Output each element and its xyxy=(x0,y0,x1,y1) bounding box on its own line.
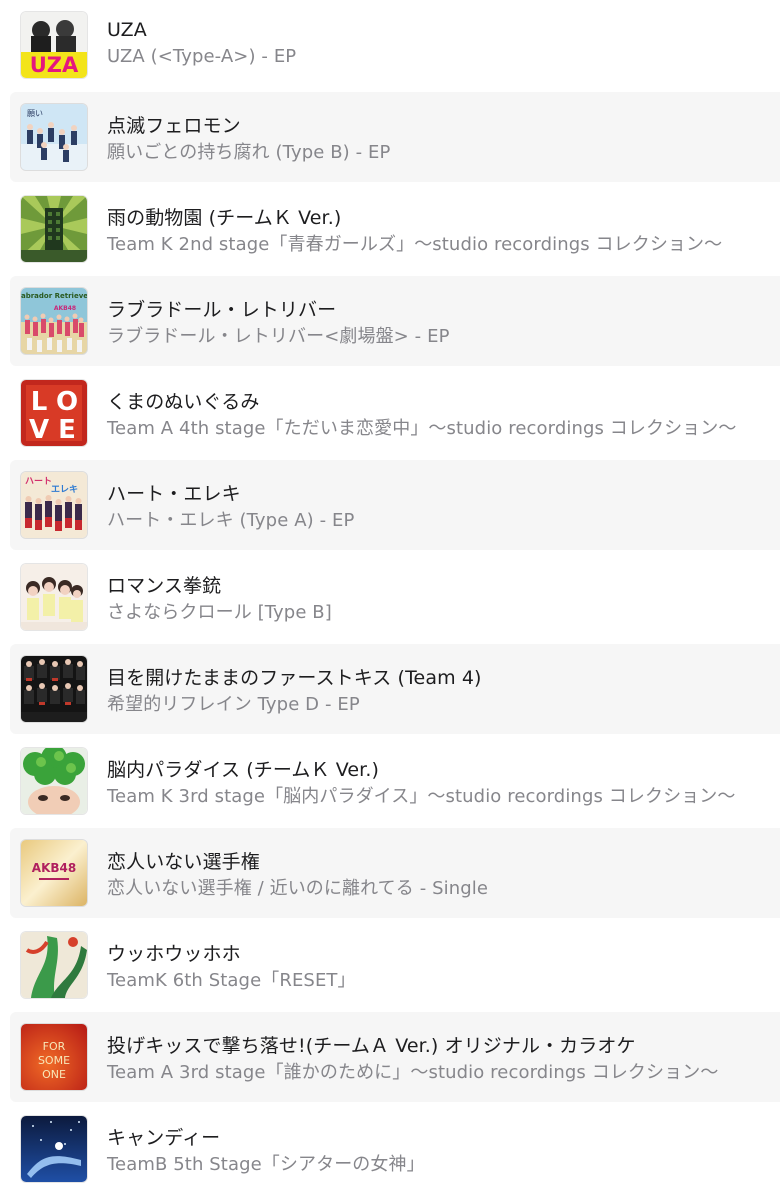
svg-text:O: O xyxy=(56,387,78,417)
svg-text:SOME: SOME xyxy=(38,1054,70,1067)
song-row[interactable]: 雨の動物園 (チームＫ Ver.) Team K 2nd stage「青春ガール… xyxy=(10,184,780,274)
uza-logo-text: UZA xyxy=(30,53,79,77)
svg-text:ハート: ハート xyxy=(25,476,52,487)
album-name: Team K 2nd stage「青春ガールズ」〜studio recordin… xyxy=(107,234,723,255)
song-title: ウッホウッホホ xyxy=(107,943,241,965)
album-name: TeamK 6th Stage「RESET」 xyxy=(107,970,356,991)
song-title: くまのぬいぐるみ xyxy=(107,391,260,413)
album-name: ラブラドール・レトリバー<劇場盤> - EP xyxy=(107,326,450,347)
team-k-2nd-stage-cover-art xyxy=(21,196,87,262)
labrador-retriever-cover-art: Labrador Retriever AKB48 xyxy=(21,288,87,354)
song-title: UZA xyxy=(107,19,147,41)
album-name: TeamB 5th Stage「シアターの女神」 xyxy=(107,1154,425,1175)
kibouteki-refrain-cover-art xyxy=(21,656,87,722)
song-title: 雨の動物園 (チームＫ Ver.) xyxy=(107,207,342,229)
album-name: Team A 4th stage「ただいま恋愛中」〜studio recordi… xyxy=(107,418,737,439)
svg-text:V: V xyxy=(29,415,49,445)
song-row[interactable]: FOR SOME ONE 投げキッスで撃ち落せ!(チームＡ Ver.) オリジナ… xyxy=(10,1012,780,1102)
svg-text:L: L xyxy=(31,387,48,417)
album-name: 願いごとの持ち腐れ (Type B) - EP xyxy=(107,142,391,163)
svg-text:FOR: FOR xyxy=(43,1040,66,1053)
song-row[interactable]: UZA UZA UZA (<Type-A>) - EP xyxy=(10,0,780,90)
song-title: 脳内パラダイス (チームＫ Ver.) xyxy=(107,759,379,781)
song-title: 点滅フェロモン xyxy=(107,115,241,137)
song-row[interactable]: ロマンス拳銃 さよならクロール [Type B] xyxy=(10,552,780,642)
teamb-5th-stage-cover-art xyxy=(21,1116,87,1182)
teamk-reset-cover-art xyxy=(21,932,87,998)
svg-text:ONE: ONE xyxy=(42,1068,66,1081)
song-row[interactable]: キャンディー TeamB 5th Stage「シアターの女神」 xyxy=(10,1104,780,1194)
song-title: ラブラドール・レトリバー xyxy=(107,299,337,321)
svg-text:エレキ: エレキ xyxy=(51,484,78,495)
koibito-inai-cover-art: AKB48 xyxy=(21,840,87,906)
album-name: Team K 3rd stage「脳内パラダイス」〜studio recordi… xyxy=(107,786,736,807)
album-name: 希望的リフレイン Type D - EP xyxy=(107,694,360,715)
song-title: ハート・エレキ xyxy=(107,483,241,505)
song-row[interactable]: 願い 点滅フェロモン 願いごとの持ち腐れ (Type B) - EP xyxy=(10,92,780,182)
negaigoto-cover-art: 願い xyxy=(21,104,87,170)
song-row[interactable]: AKB48 恋人いない選手権 恋人いない選手権 / 近いのに離れてる - Sin… xyxy=(10,828,780,918)
akb-logo-text: AKB48 xyxy=(54,305,76,312)
song-title: 恋人いない選手権 xyxy=(107,851,260,873)
song-title: 目を開けたままのファーストキス (Team 4) xyxy=(107,667,482,689)
svg-text:E: E xyxy=(58,415,76,445)
song-title: キャンディー xyxy=(107,1127,221,1149)
album-name: 恋人いない選手権 / 近いのに離れてる - Single xyxy=(107,878,489,899)
album-name: ハート・エレキ (Type A) - EP xyxy=(107,510,355,531)
team-k-3rd-stage-cover-art xyxy=(21,748,87,814)
song-row[interactable]: 脳内パラダイス (チームＫ Ver.) Team K 3rd stage「脳内パ… xyxy=(10,736,780,826)
album-name: さよならクロール [Type B] xyxy=(107,602,332,623)
uza-cover-art: UZA xyxy=(21,12,87,78)
akb-logo-text: AKB48 xyxy=(32,861,76,875)
team-a-4th-stage-cover-art: L O V E xyxy=(21,380,87,446)
song-title: ロマンス拳銃 xyxy=(107,575,222,597)
album-name: UZA (<Type-A>) - EP xyxy=(107,46,297,67)
team-a-3rd-stage-cover-art: FOR SOME ONE xyxy=(21,1024,87,1090)
heart-ereki-cover-art: ハート エレキ xyxy=(21,472,87,538)
song-row[interactable]: 目を開けたままのファーストキス (Team 4) 希望的リフレイン Type D… xyxy=(10,644,780,734)
song-row[interactable]: L O V E くまのぬいぐるみ Team A 4th stage「ただいま恋愛… xyxy=(10,368,780,458)
album-name: Team A 3rd stage「誰かのために」〜studio recordin… xyxy=(107,1062,719,1083)
sayonara-crawl-cover-art xyxy=(21,564,87,630)
song-row[interactable]: ウッホウッホホ TeamK 6th Stage「RESET」 xyxy=(10,920,780,1010)
labrador-logo-text: Labrador Retriever xyxy=(21,292,87,300)
song-list: UZA UZA UZA (<Type-A>) - EP 願い 点滅フェロモン 願… xyxy=(0,0,780,1199)
song-row[interactable]: ハート エレキ ハート・エレキ ハート・エレキ (Type A) - EP xyxy=(10,460,780,550)
song-row[interactable]: Labrador Retriever AKB48 xyxy=(10,276,780,366)
song-title: 投げキッスで撃ち落せ!(チームＡ Ver.) オリジナル・カラオケ xyxy=(107,1035,636,1057)
svg-text:願い: 願い xyxy=(27,109,43,118)
